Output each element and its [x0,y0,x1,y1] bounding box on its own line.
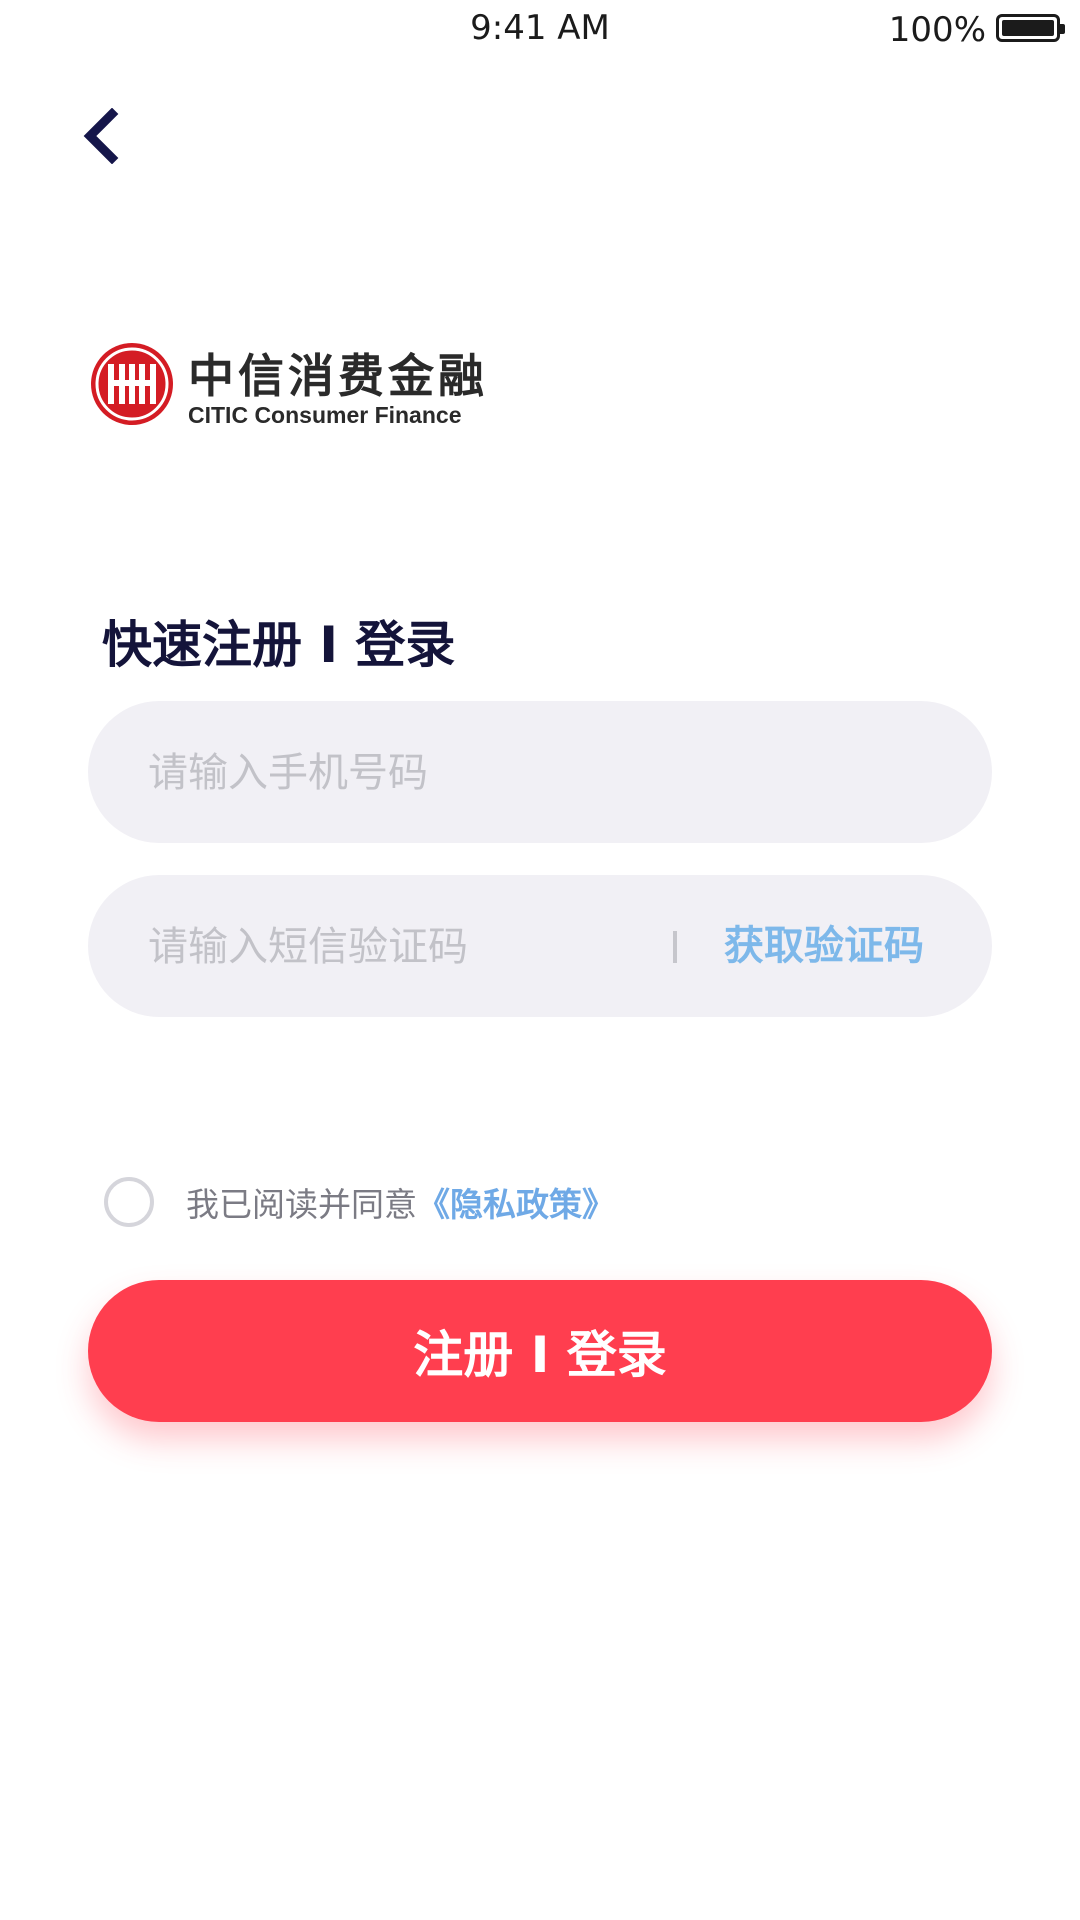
register-login-button[interactable]: 注册 I 登录 [88,1280,992,1422]
phone-input[interactable] [146,701,950,845]
agreement-text: 我已阅读并同意 [186,1185,417,1224]
chevron-left-icon [83,108,119,164]
back-button[interactable] [80,96,150,176]
battery-icon [996,14,1065,42]
battery-fill [1002,20,1054,36]
phone-field-container [88,701,992,845]
citic-seal-icon [91,343,173,425]
battery-cap [1060,24,1065,34]
logo-name-en: CITIC Consumer Finance [188,402,462,428]
sms-code-input[interactable] [146,875,650,1019]
page-title: 快速注册 I 登录 [102,616,456,674]
agreement-row: 我已阅读并同意 《隐私政策》 [104,1174,615,1230]
status-bar: 9:41 AM 100% [0,0,1080,60]
get-code-button[interactable]: 获取验证码 [724,875,924,1017]
battery-percent: 100% [888,10,986,50]
privacy-policy-link[interactable]: 《隐私政策》 [417,1178,615,1226]
brand-logo: 中信消费金融 CITIC Consumer Finance [88,340,488,440]
code-divider [673,931,677,963]
sms-code-field-container: 获取验证码 [88,875,992,1019]
agreement-checkbox[interactable] [104,1177,154,1227]
logo-name-cn: 中信消费金融 [188,349,488,403]
